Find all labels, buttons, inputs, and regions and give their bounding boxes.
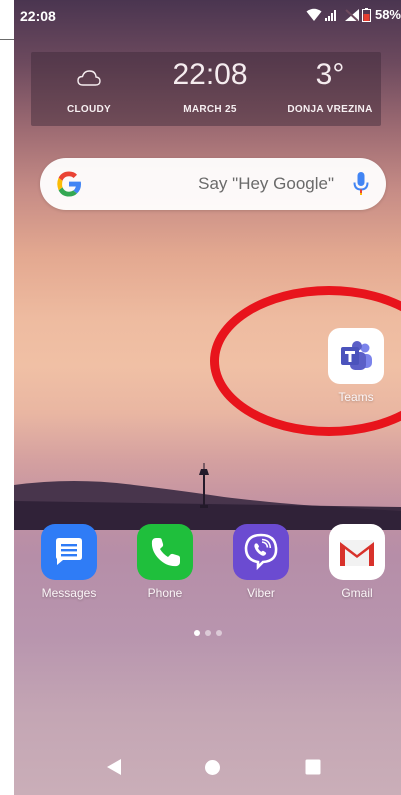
no-sim-icon [344, 8, 359, 22]
battery-icon [361, 7, 371, 22]
navigation-bar [14, 740, 401, 795]
signal-icon [324, 9, 336, 21]
viber-icon [233, 524, 289, 580]
page-indicator [14, 630, 401, 636]
google-search-bar[interactable]: Say "Hey Google" [40, 158, 386, 210]
google-g-icon [57, 171, 81, 197]
status-bar: 22:08 58% [14, 0, 401, 36]
viber-label: Viber [247, 586, 275, 600]
page-dot-3[interactable] [215, 630, 222, 636]
page-dot-2[interactable] [204, 630, 211, 636]
widget-clock-time: 22:08 [172, 58, 248, 91]
page-dot-1[interactable] [193, 630, 200, 636]
dock-app-messages[interactable]: Messages [29, 524, 109, 600]
clock-column[interactable]: 22:08 MARCH 25 [151, 52, 269, 126]
status-time: 22:08 [20, 8, 56, 24]
widget-temperature: 3° [315, 58, 345, 91]
messages-icon [41, 524, 97, 580]
dock-app-viber[interactable]: Viber [221, 524, 301, 600]
gmail-icon [329, 524, 385, 580]
widget-date: MARCH 25 [183, 104, 237, 115]
widget-location: DONJA VREZINA [287, 104, 373, 115]
weather-condition: CLOUDY [66, 104, 112, 115]
home-icon[interactable] [204, 759, 221, 776]
temperature-column: 3° DONJA VREZINA [279, 52, 381, 126]
phone-icon [137, 524, 193, 580]
gmail-label: Gmail [341, 586, 373, 600]
phone-home-screen: 22:08 58% CLOUDY 22:08 MARCH 25 3° DONJA… [14, 0, 401, 795]
battery-percent: 58% [374, 7, 401, 22]
dock-app-phone[interactable]: Phone [125, 524, 205, 600]
phone-label: Phone [147, 586, 183, 600]
recents-icon[interactable] [305, 759, 321, 775]
mic-icon[interactable] [352, 171, 370, 197]
red-highlight-circle [210, 286, 401, 436]
messages-label: Messages [41, 586, 97, 600]
back-icon[interactable] [106, 758, 122, 776]
weather-clock-widget[interactable]: CLOUDY 22:08 MARCH 25 3° DONJA VREZINA [31, 52, 381, 126]
status-icons: 58% [306, 7, 401, 22]
screenshot-frame: 22:08 58% CLOUDY 22:08 MARCH 25 3° DONJA… [0, 0, 401, 795]
cloud-icon [77, 70, 101, 86]
wifi-icon [306, 8, 322, 21]
weather-condition-column: CLOUDY [39, 52, 139, 126]
dock-app-gmail[interactable]: Gmail [317, 524, 397, 600]
wallpaper-landscape [14, 463, 401, 530]
search-hint-text: Say "Hey Google" [198, 174, 334, 193]
